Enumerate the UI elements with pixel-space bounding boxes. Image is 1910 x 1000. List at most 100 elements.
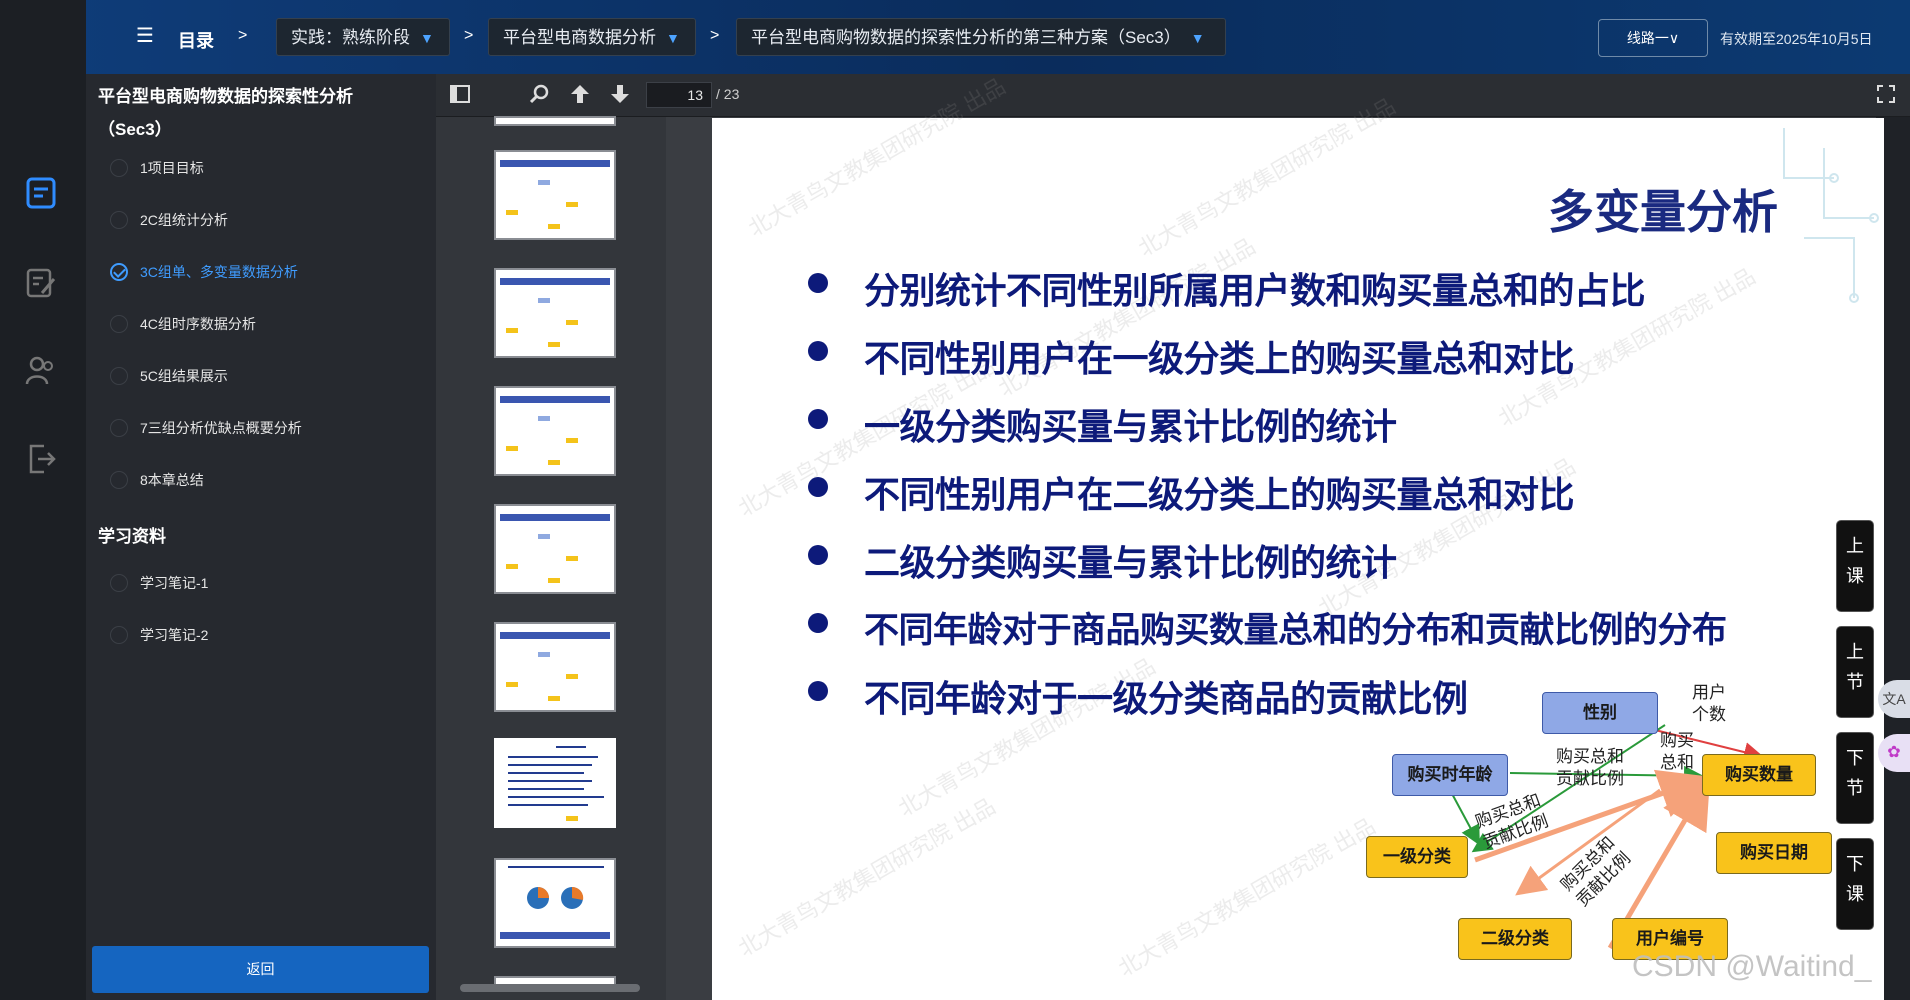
thumb-node: [538, 416, 550, 421]
thumb-pie-chart: [527, 886, 584, 909]
outline-item-active[interactable]: 3C组单、多变量数据分析: [110, 257, 298, 287]
thumb-node: [506, 446, 518, 451]
outline-item[interactable]: 4C组时序数据分析: [110, 309, 256, 339]
thumb-node: [566, 556, 578, 561]
fullscreen-icon[interactable]: [1876, 84, 1896, 104]
thumb-line: [556, 746, 586, 748]
material-item[interactable]: 学习笔记-2: [110, 620, 208, 650]
outline-item-label: 4C组时序数据分析: [140, 316, 256, 332]
sidebar-toggle-icon[interactable]: [448, 82, 472, 106]
breadcrumb-chapter[interactable]: 平台型电商购物数据的探索性分析的第三种方案（Sec3） ▼: [736, 18, 1226, 56]
page-thumbnail[interactable]: [494, 268, 616, 358]
translate-icon[interactable]: 文A: [1878, 680, 1910, 718]
thumb-node: [506, 210, 518, 215]
page-total: / 23: [716, 86, 740, 102]
next-class-button[interactable]: 下 课: [1836, 838, 1874, 930]
breadcrumb-stage[interactable]: 实践：熟练阶段 ▼: [276, 18, 450, 56]
search-icon[interactable]: [528, 82, 552, 106]
page-number-input[interactable]: 13: [646, 82, 712, 108]
material-item-label: 学习笔记-2: [140, 627, 209, 643]
node-category-1: 一级分类: [1366, 836, 1468, 878]
exit-icon[interactable]: [24, 442, 58, 476]
breadcrumb-chapter-label: 平台型电商购物数据的探索性分析的第三种方案（Sec3）: [751, 28, 1181, 47]
outline-item[interactable]: 2C组统计分析: [110, 205, 228, 235]
rail-top-corner: [0, 0, 86, 74]
edit-note-icon[interactable]: [24, 266, 58, 300]
arrow-up-icon[interactable]: [568, 82, 592, 106]
check-circle-icon: [110, 471, 128, 490]
edge-label: 用户 个数: [1692, 683, 1726, 724]
breadcrumb-stage-label: 实践：熟练阶段: [291, 28, 410, 47]
breadcrumb-separator: >: [238, 27, 248, 44]
bullet-dot: [808, 681, 828, 701]
page-thumbnail-current[interactable]: [494, 738, 616, 828]
outline-item-label: 1项目目标: [140, 160, 204, 176]
bullet-text: 二级分类购买量与累计比例的统计: [864, 543, 1397, 584]
bullet-text: 不同年龄对于商品购买数量总和的分布和贡献比例的分布: [864, 611, 1727, 651]
thumb-node: [538, 180, 550, 185]
prev-class-button[interactable]: 上 课: [1836, 520, 1874, 612]
thumb-node: [538, 298, 550, 303]
next-section-button[interactable]: 下 节: [1836, 732, 1874, 824]
check-circle-icon: [110, 367, 128, 386]
thumb-band: [500, 278, 610, 285]
thumb-line: [508, 756, 598, 758]
prev-section-button[interactable]: 上 节: [1836, 626, 1874, 718]
document-icon[interactable]: [24, 176, 58, 210]
node-date: 购买日期: [1716, 832, 1832, 874]
outline-item[interactable]: 8本章总结: [110, 465, 204, 495]
circuit-decoration: [1783, 128, 1879, 303]
brain-icon[interactable]: ✿: [1878, 734, 1910, 772]
bullet-dot: [808, 477, 828, 497]
page-thumbnail[interactable]: [494, 622, 616, 712]
circle-icon: [110, 626, 128, 645]
arrow-down-icon[interactable]: [608, 82, 632, 106]
thumb-band: [500, 160, 610, 167]
thumb-node: [566, 816, 578, 821]
check-circle-icon: [110, 315, 128, 334]
toc-label[interactable]: 目录: [178, 27, 214, 53]
breadcrumb-course[interactable]: 平台型电商数据分析 ▼: [488, 18, 696, 56]
thumb-node: [538, 652, 550, 657]
node-gender: 性别: [1542, 692, 1658, 734]
thumb-node: [566, 438, 578, 443]
outline-item[interactable]: 5C组结果展示: [110, 361, 228, 391]
slide-title: 多变量分析: [1548, 185, 1778, 239]
material-item-label: 学习笔记-1: [140, 575, 209, 591]
source-watermark: CSDN @Waitind_: [1632, 950, 1872, 983]
thumb-band: [500, 396, 610, 403]
caret-down-icon: ▼: [420, 30, 434, 46]
outline-title: 平台型电商购物数据的探索性分析（Sec3）: [98, 87, 353, 139]
outline-item[interactable]: 7三组分析优缺点概要分析: [110, 413, 302, 443]
thumb-line: [508, 788, 584, 790]
thumb-node: [566, 674, 578, 679]
bullet-dot: [808, 545, 828, 565]
breadcrumb-separator: >: [464, 27, 474, 44]
horizontal-scrollbar[interactable]: [460, 984, 640, 992]
page-thumbnail[interactable]: [494, 858, 616, 948]
node-category-2: 二级分类: [1458, 918, 1572, 960]
thumb-line: [508, 796, 604, 798]
thumb-node: [548, 460, 560, 465]
page-thumbnail[interactable]: [494, 504, 616, 594]
back-button[interactable]: 返回: [92, 946, 429, 993]
check-circle-icon: [110, 419, 128, 438]
material-item[interactable]: 学习笔记-1: [110, 568, 208, 598]
thumb-node: [506, 564, 518, 569]
thumb-line: [508, 804, 588, 806]
users-icon[interactable]: [24, 354, 58, 388]
thumb-line: [508, 780, 592, 782]
thumb-node: [548, 342, 560, 347]
thumb-node: [566, 320, 578, 325]
route-select-button[interactable]: 线路一∨: [1598, 19, 1708, 57]
page-thumbnail[interactable]: [494, 116, 616, 126]
thumb-node: [506, 682, 518, 687]
thumb-band: [500, 932, 610, 939]
check-circle-icon: [110, 159, 128, 178]
page-thumbnail[interactable]: [494, 150, 616, 240]
outline-item-label: 8本章总结: [140, 472, 204, 488]
outline-item[interactable]: 1项目目标: [110, 153, 204, 183]
list-icon[interactable]: ☰: [136, 26, 156, 46]
thumb-node: [538, 534, 550, 539]
page-thumbnail[interactable]: [494, 386, 616, 476]
